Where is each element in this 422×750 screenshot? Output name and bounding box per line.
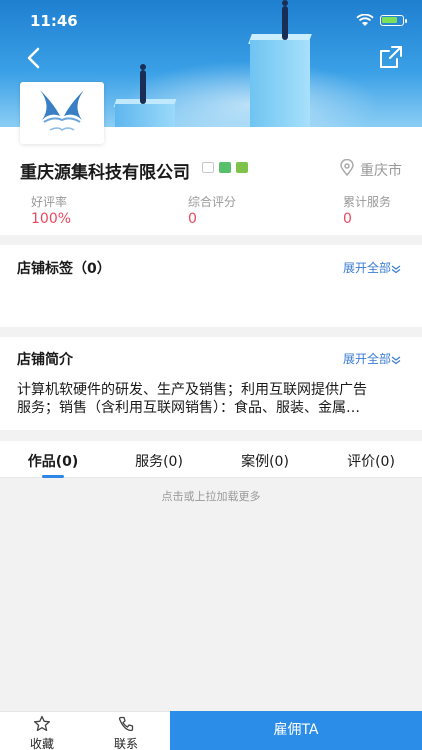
wifi-icon [356,14,374,26]
stat-value: 100% [31,211,72,227]
expand-intro-link[interactable]: 展开全部 [343,350,401,367]
hire-button[interactable]: 雇佣TA [170,711,422,750]
expand-label: 展开全部 [343,352,392,366]
company-logo-mark [40,90,84,131]
stat-value: 0 [188,211,197,227]
tab-services[interactable]: 服务(0) [119,451,199,471]
status-time: 11:46 [30,12,78,30]
intro-line: 计算机软硬件的研发、生产及销售；利用互联网提供广告 [17,382,367,398]
section-title: 店铺简介 [17,352,73,368]
stat-label: 累计服务 [343,195,392,209]
stat-label: 好评率 [31,195,68,209]
chevron-double-down-icon [391,265,401,273]
mail-badge-icon [219,162,231,173]
company-name: 重庆源集科技有限公司 [20,163,190,183]
intro-text: 计算机软硬件的研发、生产及销售；利用互联网提供广告 服务；销售（含利用互联网销售… [17,381,409,417]
tab-works[interactable]: 作品(0) [13,451,93,471]
favorite-button[interactable]: 收藏 [2,712,82,750]
location-text: 重庆市 [360,163,402,179]
section-title: 店铺标签（0） [17,261,111,277]
battery-icon [380,15,407,26]
banner-figure [140,64,146,104]
status-bar: 11:46 [0,0,422,40]
contact-label: 联系 [113,737,138,750]
share-icon [380,46,402,68]
load-more-link[interactable]: 点击或上拉加载更多 [0,488,422,504]
tab-reviews[interactable]: 评价(0) [331,451,411,471]
banner-pillar [250,40,310,130]
stat-label: 综合评分 [188,195,237,209]
phone-icon [118,716,134,732]
content-tabs: 作品(0) 服务(0) 案例(0) 评价(0) [0,441,422,478]
back-button[interactable] [20,44,48,72]
star-icon [33,715,51,732]
contact-button[interactable]: 联系 [86,712,166,750]
company-logo [20,82,104,144]
id-badge-icon [202,162,214,173]
license-badge-icon [236,162,248,173]
share-button[interactable] [378,44,406,72]
expand-tags-link[interactable]: 展开全部 [343,259,401,276]
intro-line: 服务；销售（含利用互联网销售）：食品、服装、金属… [17,400,360,416]
stat-value: 0 [343,211,352,227]
location-icon [340,159,354,177]
expand-label: 展开全部 [343,261,392,275]
chevron-left-icon [27,47,40,69]
shop-tags-section: 店铺标签（0） 展开全部 [0,245,422,327]
tab-cases[interactable]: 案例(0) [225,451,305,471]
active-tab-indicator [42,475,64,478]
chevron-double-down-icon [391,356,401,364]
favorite-label: 收藏 [29,737,54,750]
